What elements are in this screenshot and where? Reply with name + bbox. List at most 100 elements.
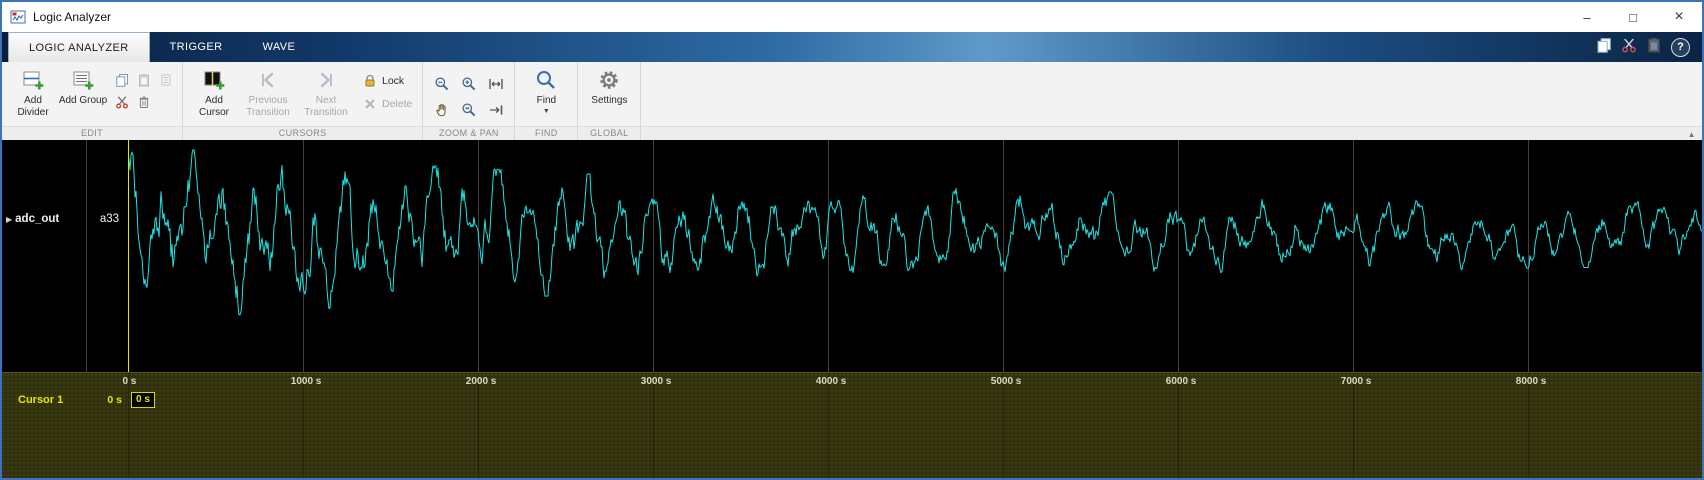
step-end-button[interactable] <box>483 98 508 122</box>
signal-name: adc_out <box>15 213 59 225</box>
add-cursor-button[interactable]: Add Cursor <box>189 65 239 118</box>
app-icon <box>10 9 26 25</box>
window-title: Logic Analyzer <box>33 10 111 24</box>
delete-cursor-button[interactable]: Delete <box>363 97 412 111</box>
add-cursor-label: Add Cursor <box>189 95 239 118</box>
help-button[interactable]: ? <box>1671 38 1690 57</box>
gear-icon <box>598 67 620 93</box>
waveform-trace <box>128 140 1702 372</box>
quick-access-toolbar: ? <box>1596 32 1702 62</box>
section-label-find: FIND <box>515 126 577 140</box>
time-tick: 6000 s <box>1166 376 1197 387</box>
tab-logic-analyzer[interactable]: LOGIC ANALYZER <box>8 32 150 62</box>
logic-analyzer-window: Logic Analyzer – □ × LOGIC ANALYZER TRIG… <box>0 0 1704 480</box>
name-value-divider[interactable] <box>86 140 87 372</box>
cursor-readout-row: Cursor 1 0 s 0 s <box>2 394 1702 410</box>
signal-row[interactable]: ▶ adc_out a33 <box>2 210 128 228</box>
edit-mini-buttons <box>111 65 176 112</box>
hand-icon <box>434 102 450 118</box>
time-axis[interactable]: 0 s 1000 s 2000 s 3000 s 4000 s 5000 s 6000 s 7… <box>2 372 1702 478</box>
zoom-in-icon <box>461 76 477 92</box>
time-tick: 0 s <box>122 376 136 387</box>
tabstrip: LOGIC ANALYZER TRIGGER WAVE ? <box>2 32 1702 62</box>
zoom-x-button[interactable] <box>456 98 481 122</box>
clipboard-icon <box>137 73 151 87</box>
add-group-label: Add Group <box>59 95 107 107</box>
toolbar-section-zoom-pan: ZOOM & PAN <box>423 62 515 140</box>
cursor-value: 0 s <box>86 394 122 406</box>
clipboard-icon <box>1646 37 1662 53</box>
delete-label: Delete <box>382 98 412 110</box>
toolbar-section-find: Find ▼ FIND <box>515 62 578 140</box>
cursor-flag[interactable]: 0 s <box>131 392 155 408</box>
cursor-small-buttons: Lock Delete <box>355 65 416 111</box>
toolbar-section-cursors: Add Cursor Previous Transition Next Tran… <box>183 62 423 140</box>
maximize-button[interactable]: □ <box>1610 2 1656 32</box>
add-divider-label: Add Divider <box>8 95 58 118</box>
zoom-out-icon <box>434 76 450 92</box>
pan-button[interactable] <box>429 98 454 122</box>
time-tick: 8000 s <box>1516 376 1547 387</box>
time-tick: 4000 s <box>816 376 847 387</box>
add-group-button[interactable]: Add Group <box>58 65 108 107</box>
previous-transition-button[interactable]: Previous Transition <box>239 65 297 118</box>
copy-button[interactable] <box>111 69 132 90</box>
copy-icon <box>115 73 129 87</box>
lock-label: Lock <box>382 75 404 87</box>
signal-value: a33 <box>100 213 119 225</box>
time-tick: 7000 s <box>1341 376 1372 387</box>
cursor-line[interactable] <box>128 140 129 372</box>
section-label-edit: EDIT <box>2 126 182 140</box>
section-label-zoom-pan: ZOOM & PAN <box>423 126 514 140</box>
toolbar-filler: ▲ <box>641 62 1702 140</box>
time-tick: 2000 s <box>466 376 497 387</box>
delete-wave-button[interactable] <box>133 91 154 112</box>
tab-wave[interactable]: WAVE <box>242 32 315 62</box>
plot-area[interactable] <box>128 140 1702 372</box>
find-button[interactable]: Find ▼ <box>521 65 571 115</box>
time-tick: 3000 s <box>641 376 672 387</box>
paste-button[interactable] <box>133 69 154 90</box>
delete-icon <box>363 97 377 111</box>
qa-copy-button[interactable] <box>1596 37 1612 58</box>
toolbar-section-global: Settings GLOBAL <box>578 62 641 140</box>
cut-button[interactable] <box>111 91 132 112</box>
arrow-to-end-icon <box>488 102 504 118</box>
fit-span-icon <box>488 76 504 92</box>
qa-cut-button[interactable] <box>1621 37 1637 58</box>
waveform-display[interactable]: ▶ adc_out a33 <box>2 140 1702 372</box>
settings-button[interactable]: Settings <box>584 65 634 107</box>
settings-label: Settings <box>591 95 627 107</box>
add-divider-button[interactable]: Add Divider <box>8 65 58 118</box>
previous-transition-icon <box>257 67 279 93</box>
tab-trigger[interactable]: TRIGGER <box>150 32 243 62</box>
duplicate-button[interactable] <box>155 69 176 90</box>
trash-icon <box>137 95 151 109</box>
time-tick: 5000 s <box>991 376 1022 387</box>
find-icon <box>535 67 557 93</box>
zoom-out-button[interactable] <box>429 72 454 96</box>
scissors-icon <box>1621 37 1637 53</box>
axis-gridlines <box>128 373 1702 478</box>
next-transition-button[interactable]: Next Transition <box>297 65 355 118</box>
next-transition-label: Next Transition <box>297 95 355 118</box>
window-controls: – □ × <box>1564 2 1702 32</box>
signal-panel: ▶ adc_out a33 <box>2 140 128 372</box>
lock-button[interactable]: Lock <box>363 74 412 88</box>
duplicate-icon <box>159 73 173 87</box>
fit-span-button[interactable] <box>483 72 508 96</box>
find-dropdown-icon[interactable]: ▼ <box>543 108 550 115</box>
add-group-icon <box>72 67 94 93</box>
scissors-icon <box>115 95 129 109</box>
section-label-global: GLOBAL <box>578 126 640 140</box>
cursor-label[interactable]: Cursor 1 <box>18 394 63 406</box>
close-button[interactable]: × <box>1656 2 1702 32</box>
zoom-in-button[interactable] <box>456 72 481 96</box>
expand-arrow-icon[interactable]: ▶ <box>6 215 12 224</box>
minimize-button[interactable]: – <box>1564 2 1610 32</box>
qa-paste-button[interactable] <box>1646 37 1662 58</box>
titlebar: Logic Analyzer – □ × <box>2 2 1702 32</box>
zoom-pan-buttons <box>429 65 508 122</box>
time-tick: 1000 s <box>291 376 322 387</box>
find-label: Find <box>537 95 556 107</box>
